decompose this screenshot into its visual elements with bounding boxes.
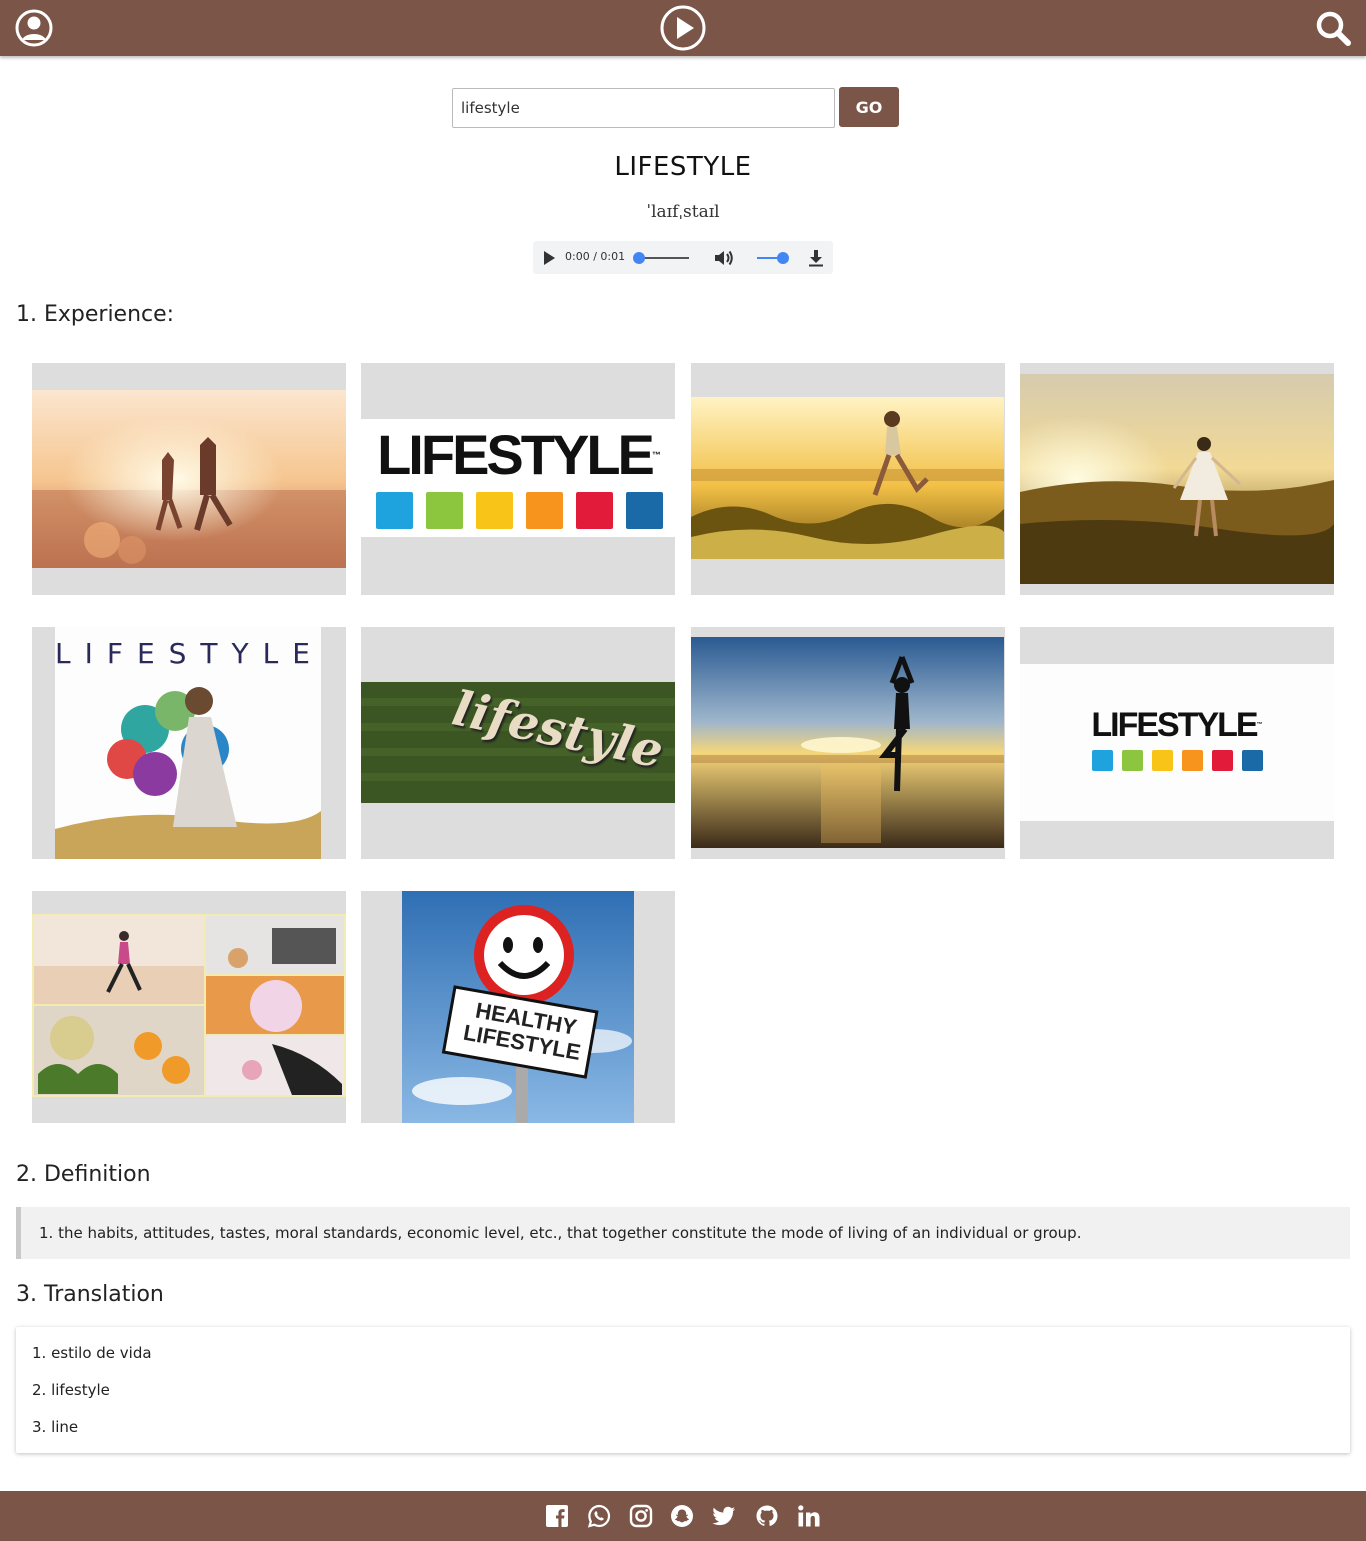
translation-item: 1. estilo de vida	[32, 1344, 152, 1362]
lifestyle-grass-image: lifestyle	[361, 682, 675, 803]
user-circle-icon[interactable]	[14, 8, 54, 48]
logo-color-square	[1121, 750, 1143, 771]
logo-color-square	[1151, 750, 1173, 771]
image-tile[interactable]: LIFESTYLE™	[361, 363, 675, 595]
logo-color-square	[1091, 750, 1113, 771]
definition-item: 1. the habits, attitudes, tastes, moral …	[39, 1224, 1082, 1242]
lifestyle-logo-image: LIFESTYLE™	[361, 419, 675, 537]
image-tile[interactable]: LIFESTYLE	[32, 627, 346, 859]
logo-color-square	[1181, 750, 1203, 771]
section-heading-translation: 3. Translation	[16, 1282, 164, 1307]
yoga-silhouette-image	[691, 637, 1004, 848]
play-circle-icon[interactable]	[659, 4, 707, 52]
audio-time: 0:00 / 0:01	[565, 250, 626, 263]
translation-list: 1. estilo de vida 2. lifestyle 3. line	[16, 1327, 1350, 1453]
linkedin-icon[interactable]	[797, 1504, 821, 1528]
facebook-icon[interactable]	[545, 1504, 569, 1528]
magazine-title: LIFESTYLE	[55, 637, 321, 670]
lifestyle-logo-small-image: LIFESTYLE™	[1020, 664, 1334, 821]
search-icon[interactable]	[1313, 8, 1353, 48]
volume-handle[interactable]	[777, 252, 789, 264]
image-tile[interactable]: HEALTHY LIFESTYLE	[361, 891, 675, 1123]
logo-color-square	[425, 492, 463, 529]
twitter-icon[interactable]	[712, 1504, 736, 1528]
logo-color-squares	[369, 492, 669, 530]
image-tile[interactable]	[32, 891, 346, 1123]
image-tile[interactable]	[691, 627, 1005, 859]
top-bar	[0, 0, 1366, 56]
logo-color-square	[1241, 750, 1263, 771]
download-icon[interactable]	[808, 249, 824, 267]
image-tile[interactable]	[1020, 363, 1334, 595]
woman-field-sunlight-image	[1020, 374, 1334, 584]
play-icon[interactable]	[544, 251, 555, 265]
volume-icon[interactable]	[713, 248, 735, 268]
word-title: LIFESTYLE	[614, 152, 752, 182]
progress-handle[interactable]	[633, 252, 645, 264]
github-icon[interactable]	[755, 1504, 779, 1528]
logo-color-square	[625, 492, 663, 529]
image-tile[interactable]: lifestyle	[361, 627, 675, 859]
instagram-icon[interactable]	[629, 1504, 653, 1528]
section-heading-definition: 2. Definition	[16, 1162, 151, 1187]
phonetic-transcription: ˈlaɪfˌstaɪl	[646, 202, 720, 222]
logo-color-square	[475, 492, 513, 529]
logo-text-small: LIFESTYLE™	[1091, 706, 1263, 744]
logo-color-squares	[1091, 750, 1263, 772]
translation-item: 2. lifestyle	[32, 1381, 110, 1399]
search-input[interactable]	[452, 88, 835, 128]
lifestyle-magazine-balloons-image: LIFESTYLE	[55, 627, 321, 859]
whatsapp-icon[interactable]	[587, 1504, 611, 1528]
logo-color-square	[375, 492, 413, 529]
go-button[interactable]: GO	[839, 87, 899, 127]
footer-bar	[0, 1491, 1366, 1541]
translation-item: 3. line	[32, 1418, 79, 1436]
healthy-collage-image	[32, 914, 346, 1097]
healthy-lifestyle-sign-image: HEALTHY LIFESTYLE	[402, 891, 634, 1123]
volume-slider[interactable]	[757, 252, 789, 264]
audio-player: 0:00 / 0:01	[533, 241, 833, 274]
section-heading-experience: 1. Experience:	[16, 302, 175, 327]
definition-box: 1. the habits, attitudes, tastes, moral …	[16, 1207, 1350, 1259]
logo-color-square	[525, 492, 563, 529]
image-tile[interactable]	[691, 363, 1005, 595]
audio-progress-slider[interactable]	[633, 252, 689, 264]
image-tile[interactable]	[32, 363, 346, 595]
snapchat-icon[interactable]	[670, 1504, 694, 1528]
couple-beach-image	[32, 390, 346, 568]
logo-color-square	[1211, 750, 1233, 771]
logo-color-square	[575, 492, 613, 529]
image-tile[interactable]: LIFESTYLE™	[1020, 627, 1334, 859]
logo-text: LIFESTYLE™	[377, 423, 661, 486]
woman-running-sunset-image	[691, 397, 1004, 559]
